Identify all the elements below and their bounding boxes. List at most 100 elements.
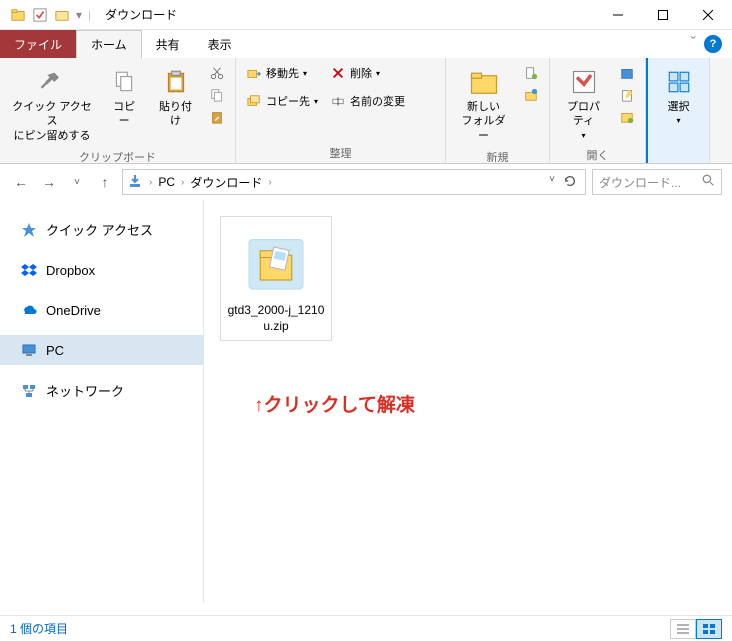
search-icon: [702, 174, 715, 190]
pin-to-quick-access-button[interactable]: クイック アクセス にピン留めする: [6, 62, 98, 147]
search-box[interactable]: ダウンロード...: [592, 169, 722, 195]
paste-label: 貼り付け: [156, 100, 195, 129]
paste-button[interactable]: 貼り付け: [150, 62, 201, 133]
title-separator: |: [88, 8, 91, 22]
new-folder-label: 新しい フォルダー: [458, 100, 509, 143]
onedrive-icon: [20, 301, 38, 319]
history-button[interactable]: [615, 106, 639, 128]
select-icon: [663, 66, 695, 98]
rename-button[interactable]: 名前の変更: [326, 90, 409, 112]
address-bar[interactable]: › PC › ダウンロード › ˅: [122, 169, 586, 195]
nav-network[interactable]: ネットワーク: [0, 375, 203, 406]
folder-icon: [10, 7, 26, 23]
open-button[interactable]: [615, 62, 639, 84]
new-folder-button[interactable]: 新しい フォルダー: [452, 62, 515, 147]
help-icon[interactable]: ?: [704, 35, 722, 53]
delete-button[interactable]: 削除 ▾: [326, 62, 409, 84]
chevron-right-icon[interactable]: ›: [149, 177, 152, 188]
rename-icon: [330, 93, 346, 109]
share-tab[interactable]: 共有: [142, 30, 194, 58]
nav-onedrive[interactable]: OneDrive: [0, 295, 203, 325]
home-tab[interactable]: ホーム: [76, 30, 142, 58]
paste-shortcut-icon: [209, 109, 225, 125]
properties-button[interactable]: プロパティ ▾: [556, 62, 611, 145]
easy-access-button[interactable]: [519, 84, 543, 106]
new-item-icon: [523, 65, 539, 81]
checkbox-icon[interactable]: [32, 7, 48, 23]
nav-onedrive-label: OneDrive: [46, 303, 101, 318]
file-name-label: gtd3_2000-j_1210u.zip: [225, 303, 327, 334]
file-tab[interactable]: ファイル: [0, 30, 76, 58]
breadcrumb-pc[interactable]: PC: [158, 175, 175, 189]
content-pane[interactable]: gtd3_2000-j_1210u.zip ↑クリックして解凍: [204, 200, 732, 603]
ribbon-collapse-icon[interactable]: ˇ: [691, 35, 696, 53]
select-label: 選択: [668, 100, 690, 114]
nav-pc[interactable]: PC: [0, 335, 203, 365]
delete-label: 削除: [350, 65, 372, 81]
properties-label: プロパティ: [562, 100, 605, 129]
star-icon: [20, 221, 38, 239]
edit-button[interactable]: [615, 84, 639, 106]
paste-shortcut-button[interactable]: [205, 106, 229, 128]
annotation-text: ↑クリックして解凍: [254, 390, 415, 417]
maximize-button[interactable]: [640, 0, 685, 30]
ribbon-tabs: ファイル ホーム 共有 表示 ˇ ?: [0, 30, 732, 58]
nav-quick-access-label: クイック アクセス: [46, 220, 153, 239]
organize-group: 移動先 ▾ コピー先 ▾ 削除 ▾: [236, 58, 446, 163]
nav-dropbox[interactable]: Dropbox: [0, 255, 203, 285]
recent-locations-button[interactable]: ˅: [66, 171, 88, 193]
refresh-icon[interactable]: [563, 174, 577, 191]
view-toggle: [670, 619, 722, 639]
nav-network-label: ネットワーク: [46, 381, 124, 400]
view-tab[interactable]: 表示: [194, 30, 246, 58]
nav-quick-access[interactable]: クイック アクセス: [0, 214, 203, 245]
select-button[interactable]: 選択 ▾: [657, 62, 701, 131]
chevron-down-icon: ▾: [314, 97, 318, 106]
close-button[interactable]: [685, 0, 730, 30]
title-bar: ▾ | ダウンロード: [0, 0, 732, 30]
new-group: 新しい フォルダー 新規: [446, 58, 550, 163]
clipboard-small-buttons: [205, 62, 229, 128]
forward-button[interactable]: →: [38, 171, 60, 193]
organize-group-label: 整理: [242, 143, 439, 161]
chevron-right-icon[interactable]: ›: [268, 177, 271, 188]
clipboard-group-label: クリップボード: [6, 147, 229, 165]
copy-to-button[interactable]: コピー先 ▾: [242, 90, 322, 112]
cut-button[interactable]: [205, 62, 229, 84]
edit-icon: [619, 87, 635, 103]
address-dropdown-icon[interactable]: ˅: [549, 174, 555, 191]
up-button[interactable]: ↑: [94, 171, 116, 193]
chevron-down-icon: ▾: [376, 69, 380, 78]
ribbon-body: クイック アクセス にピン留めする コピー 貼り付け: [0, 58, 732, 164]
new-item-button[interactable]: [519, 62, 543, 84]
copy-icon: [108, 66, 140, 98]
copy-button[interactable]: コピー: [102, 62, 146, 133]
dropbox-icon: [20, 261, 38, 279]
details-view-button[interactable]: [670, 619, 696, 639]
quick-access-toolbar: ▾ | ダウンロード: [2, 6, 177, 23]
chevron-down-icon: ▾: [676, 116, 680, 126]
chevron-down-icon: ▾: [303, 69, 307, 78]
open-icon: [619, 65, 635, 81]
copy-to-label: コピー先: [266, 93, 310, 109]
back-button[interactable]: ←: [10, 171, 32, 193]
file-item[interactable]: gtd3_2000-j_1210u.zip: [220, 216, 332, 341]
new-group-label: 新規: [452, 147, 543, 165]
address-bar-right: ˅: [549, 174, 581, 191]
icons-view-button[interactable]: [696, 619, 722, 639]
delete-icon: [330, 65, 346, 81]
paste-icon: [160, 66, 192, 98]
window-controls: [595, 0, 730, 30]
item-count-label: 1 個の項目: [10, 620, 68, 637]
copy-path-button[interactable]: [205, 84, 229, 106]
move-to-button[interactable]: 移動先 ▾: [242, 62, 322, 84]
rename-label: 名前の変更: [350, 93, 405, 109]
breadcrumb-downloads[interactable]: ダウンロード: [190, 174, 262, 191]
chevron-down-icon: ▾: [581, 131, 585, 141]
minimize-button[interactable]: [595, 0, 640, 30]
zip-file-icon: [237, 223, 315, 301]
properties-icon: [568, 66, 600, 98]
copy-to-icon: [246, 93, 262, 109]
history-icon: [619, 109, 635, 125]
chevron-right-icon[interactable]: ›: [181, 177, 184, 188]
